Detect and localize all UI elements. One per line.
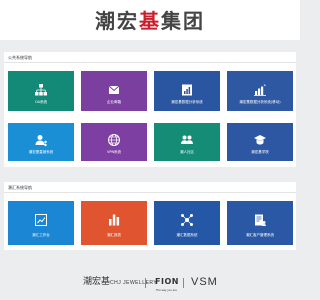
brand-divider (183, 278, 184, 288)
chaohui-systems-section: 潮汇系统导航 潮汇工作台 潮汇报表 潮汇数据系统 潮汇客户管理系统 (4, 182, 296, 250)
tile-data-analysis-mobile[interactable]: 潮宏基数据分析系统(移动) (227, 71, 293, 111)
column-chart-icon (109, 214, 120, 226)
tile-academy[interactable]: 潮宏基学院 (227, 123, 293, 161)
brand-chj-logo[interactable]: 潮宏基CHJ JEWELLERY (83, 276, 157, 289)
tile-label: 潮汇客户管理系统 (246, 233, 274, 237)
brand-name: 潮宏基 (83, 277, 111, 287)
tile-label: OA系统 (34, 100, 48, 104)
mail-icon (108, 85, 120, 94)
section-divider (4, 62, 296, 63)
tile-customer-management[interactable]: 潮汇客户管理系统 (227, 201, 293, 245)
tile-vpn[interactable]: VPN系统 (81, 123, 147, 161)
brand-divider (145, 278, 146, 288)
brand-sub: CHJ JEWELLERY (110, 280, 158, 286)
tile-label: 潮宏基学院 (251, 150, 269, 154)
tile-label: 潮汇报表 (107, 233, 121, 237)
tile-reports[interactable]: 潮汇报表 (81, 201, 147, 245)
logo-text-start: 潮宏 (95, 9, 139, 33)
tile-data-system[interactable]: 潮汇数据系统 (154, 201, 220, 245)
logo-text-end: 集团 (161, 9, 205, 33)
tile-label: 潮宏基数据分析系统(移动) (239, 100, 281, 104)
tile-email[interactable]: 企业邮箱 (81, 71, 147, 111)
brand-tagline: The way you are (156, 289, 177, 292)
tile-community[interactable]: 潮人社区 (154, 123, 220, 161)
report-icon (182, 84, 192, 96)
section-title: 公共系统导航 (8, 55, 32, 60)
logo-mark: 基 (139, 9, 161, 33)
brand-footer: 潮宏基CHJ JEWELLERY FION The way you are VSM (0, 272, 300, 294)
brand-vsm-logo[interactable]: VSM (191, 276, 218, 288)
tile-label: 潮人社区 (180, 150, 194, 154)
public-systems-section: 公共系统导航 OA系统 企业邮箱 潮宏基数据分析系统 潮宏基数据分析系统(移动)… (4, 52, 296, 167)
tile-data-analysis[interactable]: 潮宏基数据分析系统 (154, 71, 220, 111)
tile-workbench[interactable]: 潮汇工作台 (8, 201, 74, 245)
user-network-icon (35, 135, 47, 147)
section-divider (4, 192, 296, 193)
tile-label: 潮宏基数据分析系统 (171, 100, 203, 104)
document-user-icon (255, 214, 266, 226)
page-header: 潮宏基集团 (0, 0, 300, 40)
people-icon (181, 135, 193, 144)
tile-label: 潮汇数据系统 (176, 233, 198, 237)
tile-direct-sales[interactable]: 潮宏基直销系统 (8, 123, 74, 161)
trend-chart-icon (35, 214, 47, 226)
section-title: 潮汇系统导航 (8, 185, 32, 190)
tile-label: VPN系统 (106, 150, 122, 154)
tile-oa-system[interactable]: OA系统 (8, 71, 74, 111)
org-chart-icon (35, 84, 47, 96)
graduation-icon (254, 135, 266, 145)
network-icon (181, 214, 193, 226)
tile-label: 企业邮箱 (107, 100, 121, 104)
globe-icon (108, 134, 120, 146)
brand-name: VSM (191, 276, 218, 288)
tile-label: 潮汇工作台 (32, 233, 50, 237)
brand-fion-logo[interactable]: FION The way you are (155, 276, 179, 292)
company-logo[interactable]: 潮宏基集团 (0, 10, 300, 32)
bar-chart-icon (254, 84, 266, 96)
tile-label: 潮宏基直销系统 (28, 150, 54, 154)
